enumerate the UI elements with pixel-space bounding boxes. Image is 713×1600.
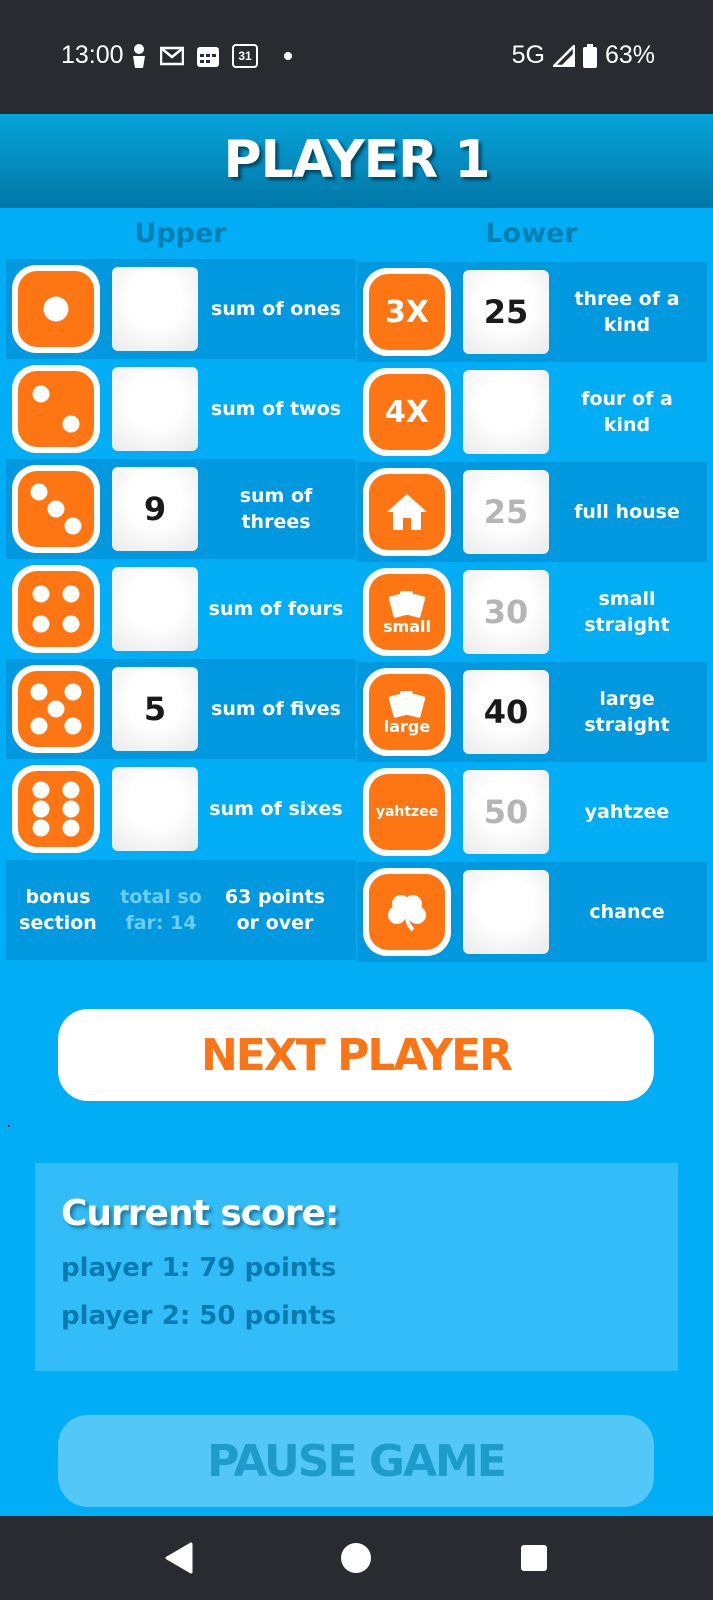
lower-row-chance[interactable]: chance: [357, 862, 707, 962]
upper-row-ones[interactable]: sum of ones: [6, 259, 356, 359]
large-cards-icon: large: [363, 668, 451, 756]
score-box[interactable]: [112, 267, 198, 351]
clover-icon: [363, 868, 451, 956]
gmail-icon: [160, 46, 184, 66]
stray-dot: [8, 1125, 10, 1127]
die-four-icon: [12, 565, 100, 653]
yahtzee-icon: yahtzee: [363, 768, 451, 856]
lower-row-full-house[interactable]: 25 full house: [357, 462, 707, 562]
row-label: sum of sixes: [209, 798, 343, 820]
player-title: PLAYER 1: [223, 130, 490, 190]
row-label: small straight: [584, 588, 670, 636]
home-icon: [341, 1543, 371, 1573]
die-one-icon: [12, 265, 100, 353]
row-label: large straight: [584, 688, 670, 736]
score-box[interactable]: [463, 870, 549, 954]
battery-icon: [582, 43, 597, 68]
signal-icon: [552, 44, 575, 67]
upper-row-sixes[interactable]: sum of sixes: [6, 759, 356, 859]
bonus-total: total so far: 14: [120, 886, 202, 934]
lower-heading: Lower: [485, 218, 578, 249]
score-box[interactable]: [463, 370, 549, 454]
bonus-row: bonus section total so far: 14 63 points…: [6, 860, 356, 960]
recents-button[interactable]: [514, 1538, 554, 1578]
die-three-icon: [12, 465, 100, 553]
upper-row-twos[interactable]: sum of twos: [6, 359, 356, 459]
upper-row-fours[interactable]: sum of fours: [6, 559, 356, 659]
row-label: sum of twos: [210, 398, 342, 420]
score-box[interactable]: 40: [463, 670, 549, 754]
row-label: chance: [589, 901, 665, 923]
back-icon: [165, 1542, 193, 1574]
lower-row-small-straight[interactable]: small 30 small straight: [357, 562, 707, 662]
status-system-icons: 5G 63%: [512, 41, 655, 70]
house-icon: [363, 468, 451, 556]
pause-game-button[interactable]: PAUSE GAME: [58, 1415, 654, 1507]
score-box[interactable]: 30: [463, 570, 549, 654]
network-type: 5G: [511, 41, 545, 69]
score-box[interactable]: [112, 367, 198, 451]
score-box[interactable]: [112, 767, 198, 851]
player-2-score: player 2: 50 points: [61, 1301, 337, 1331]
lower-row-three-of-a-kind[interactable]: 3X 25 three of a kind: [357, 262, 707, 362]
person-icon: [133, 44, 145, 68]
score-box[interactable]: 25: [463, 470, 549, 554]
upper-row-fives[interactable]: 5 sum of fives: [6, 659, 356, 759]
lower-row-yahtzee[interactable]: yahtzee 50 yahtzee: [357, 762, 707, 862]
home-button[interactable]: [336, 1538, 376, 1578]
small-cards-icon: small: [363, 568, 451, 656]
die-five-icon: [12, 665, 100, 753]
die-two-icon: [12, 365, 100, 453]
back-button[interactable]: [158, 1538, 198, 1578]
bonus-requirement: 63 points or over: [224, 886, 326, 934]
row-label: three of a kind: [574, 288, 680, 336]
player-header: PLAYER 1: [0, 114, 713, 208]
score-box[interactable]: [112, 567, 198, 651]
player-1-score: player 1: 79 points: [61, 1253, 337, 1283]
row-label: yahtzee: [584, 801, 670, 823]
status-notification-icons: 31: [130, 43, 292, 69]
recents-icon: [521, 1545, 547, 1571]
bonus-label: bonus section: [19, 886, 97, 934]
row-label: sum of fives: [211, 698, 341, 720]
die-six-icon: [12, 765, 100, 853]
four-x-icon: 4X: [363, 368, 451, 456]
row-label: four of a kind: [581, 388, 673, 436]
lower-row-four-of-a-kind[interactable]: 4X four of a kind: [357, 362, 707, 462]
score-box[interactable]: 9: [112, 467, 198, 551]
score-box[interactable]: 5: [112, 667, 198, 751]
score-title: Current score:: [61, 1193, 339, 1234]
dot-icon: [284, 52, 292, 60]
calendar-icon: [197, 47, 219, 67]
system-nav-bar: [0, 1516, 713, 1600]
score-box[interactable]: 25: [463, 270, 549, 354]
upper-row-threes[interactable]: 9 sum of threes: [6, 459, 356, 559]
calendar-31-icon: 31: [232, 44, 258, 68]
battery-percent: 63%: [604, 41, 655, 69]
score-box[interactable]: 50: [463, 770, 549, 854]
row-label: sum of threes: [239, 485, 313, 533]
three-x-icon: 3X: [363, 268, 451, 356]
row-label: sum of ones: [211, 298, 341, 320]
upper-heading: Upper: [134, 218, 227, 249]
lower-row-large-straight[interactable]: large 40 large straight: [357, 662, 707, 762]
row-label: full house: [574, 501, 680, 523]
status-bar: 13:00 31 5G 63%: [0, 0, 713, 114]
next-player-button[interactable]: NEXT PLAYER: [58, 1009, 654, 1101]
status-time: 13:00: [61, 41, 124, 69]
current-score-panel: Current score: player 1: 79 points playe…: [35, 1163, 678, 1371]
row-label: sum of fours: [208, 598, 344, 620]
